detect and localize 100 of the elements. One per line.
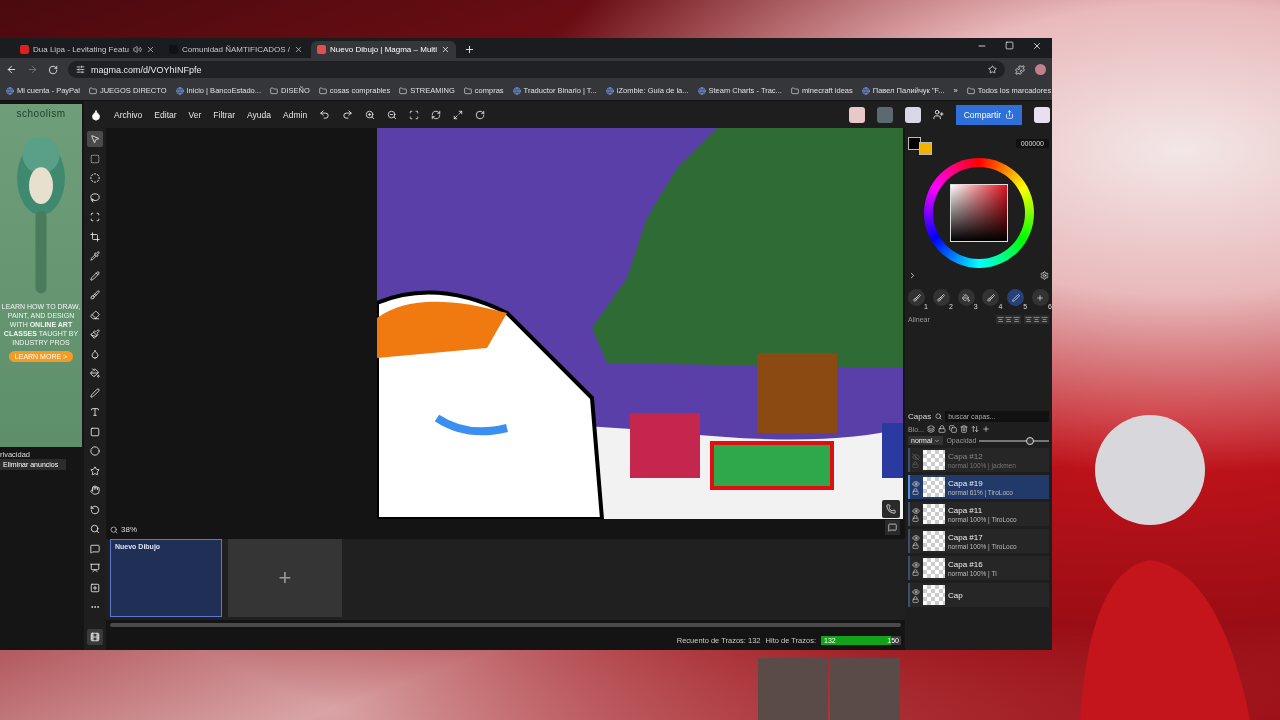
visibility-toggle[interactable] [912,506,920,522]
browser-tab[interactable]: Nuevo Dibujo | Magma – Multi [311,41,457,58]
layer-name: Capa #16 [948,559,984,569]
filmstrip-button[interactable] [87,629,103,645]
close-icon[interactable] [1032,41,1042,51]
layer-thumbnail [923,477,945,497]
menu-item[interactable]: Admin [283,109,308,120]
share-button[interactable]: Compartir [955,104,1022,125]
speaker-icon[interactable] [133,45,143,54]
tool-button[interactable] [87,443,103,459]
layer-name: Capa #17 [948,532,984,542]
globe-icon [512,86,521,95]
menu-item[interactable]: Filtrar [213,109,236,120]
zoom-in-icon[interactable] [365,109,376,120]
paintbrush-icon [90,329,100,339]
address-bar[interactable]: magma.com/d/VOYhINFpfe [68,61,1005,78]
visibility-toggle[interactable] [912,560,920,576]
tool-button[interactable] [87,482,103,498]
menu-item[interactable]: Archivo [114,109,143,120]
extensions-icon[interactable] [1015,64,1025,75]
lock-icon [912,460,919,468]
layer-name: Capa #11 [948,505,984,515]
add-document-button[interactable]: + [228,538,342,617]
tool-button[interactable] [87,170,103,186]
layer-thumbnail [923,504,945,524]
phone-button[interactable] [882,500,900,518]
chat-button[interactable] [885,520,900,536]
secondary-color-swatch[interactable] [919,142,932,155]
chevron-down-icon [934,437,941,444]
user-avatar[interactable] [1034,106,1050,123]
settings-icon[interactable] [1040,271,1049,280]
site-settings-icon [76,65,85,74]
user-avatar[interactable] [848,106,865,123]
browser-tab[interactable]: Dua Lipa - Levitating Featu [14,41,162,58]
maximize-icon[interactable] [1005,41,1014,50]
close-icon[interactable] [146,45,156,54]
new-tab-icon[interactable] [464,44,476,55]
globe-icon [697,86,706,95]
eye-off-icon [912,452,920,461]
layer-thumbnail [923,450,945,470]
undo-icon[interactable] [319,109,331,120]
hand-icon [90,485,100,495]
tool-button[interactable] [87,326,103,342]
scrollbar[interactable] [110,623,901,628]
comment-icon [90,543,100,554]
visibility-toggle[interactable] [912,479,920,495]
browser-tab[interactable]: Comunidad ÑAMTIFICADOS / [163,41,310,58]
menu-item[interactable]: Editar [154,109,177,120]
delete-icon[interactable] [959,425,968,433]
app-logo-icon[interactable] [90,108,102,121]
lasso-icon [90,192,100,203]
rotate-icon[interactable] [475,109,486,120]
layers-title: Capas [908,412,932,421]
align-button-group[interactable] [996,315,1021,324]
tool-button[interactable] [87,248,103,264]
fullscreen-icon[interactable] [453,109,464,120]
add-icon[interactable] [981,425,990,433]
favicon-icon [317,45,327,54]
menu-item[interactable]: Ver [188,109,202,120]
layer-name: Capa #12 [948,451,984,461]
visibility-toggle[interactable] [912,533,920,549]
zoom-level: 38% [121,525,137,535]
close-icon[interactable] [441,45,451,54]
layer-thumbnail [923,585,945,605]
user-avatar[interactable] [904,106,921,123]
expand-icon[interactable] [908,271,917,280]
text-icon [90,407,100,417]
folder-icon [399,86,408,95]
opacity-slider[interactable] [979,439,1049,442]
profile-avatar[interactable] [1035,64,1046,75]
tool-button[interactable] [87,365,103,381]
merge-icon[interactable] [970,425,979,433]
folder-icon [318,86,327,95]
layer-name: Capa #19 [948,478,984,488]
forward-icon[interactable] [27,64,38,75]
folder-icon [88,86,97,95]
back-icon[interactable] [6,64,17,75]
layer-name: Cap [948,590,963,600]
lock-icon[interactable] [937,425,946,433]
rotate-icon[interactable] [431,109,442,120]
film-icon [90,632,100,642]
reload-icon[interactable] [48,64,58,75]
fit-icon[interactable] [409,109,420,120]
menu-item[interactable]: Ayuda [247,109,271,120]
layer-row[interactable]: Cap [908,583,1049,607]
copy-icon[interactable] [948,425,957,433]
droplet-icon [90,348,100,359]
tool-button[interactable] [87,131,103,147]
zoom-out-icon[interactable] [387,109,398,120]
redo-icon[interactable] [342,109,354,120]
visibility-toggle[interactable] [912,587,920,603]
add-user-icon[interactable] [932,109,944,120]
close-icon[interactable] [294,45,304,54]
visibility-toggle[interactable] [912,452,920,468]
layers-icon[interactable] [926,425,935,433]
eye-icon [912,533,920,542]
align-button-group[interactable] [1024,315,1049,324]
primary-color-swatch[interactable] [908,137,921,150]
paint-bucket-icon [90,368,100,378]
bookmark-star-icon[interactable] [988,65,997,74]
